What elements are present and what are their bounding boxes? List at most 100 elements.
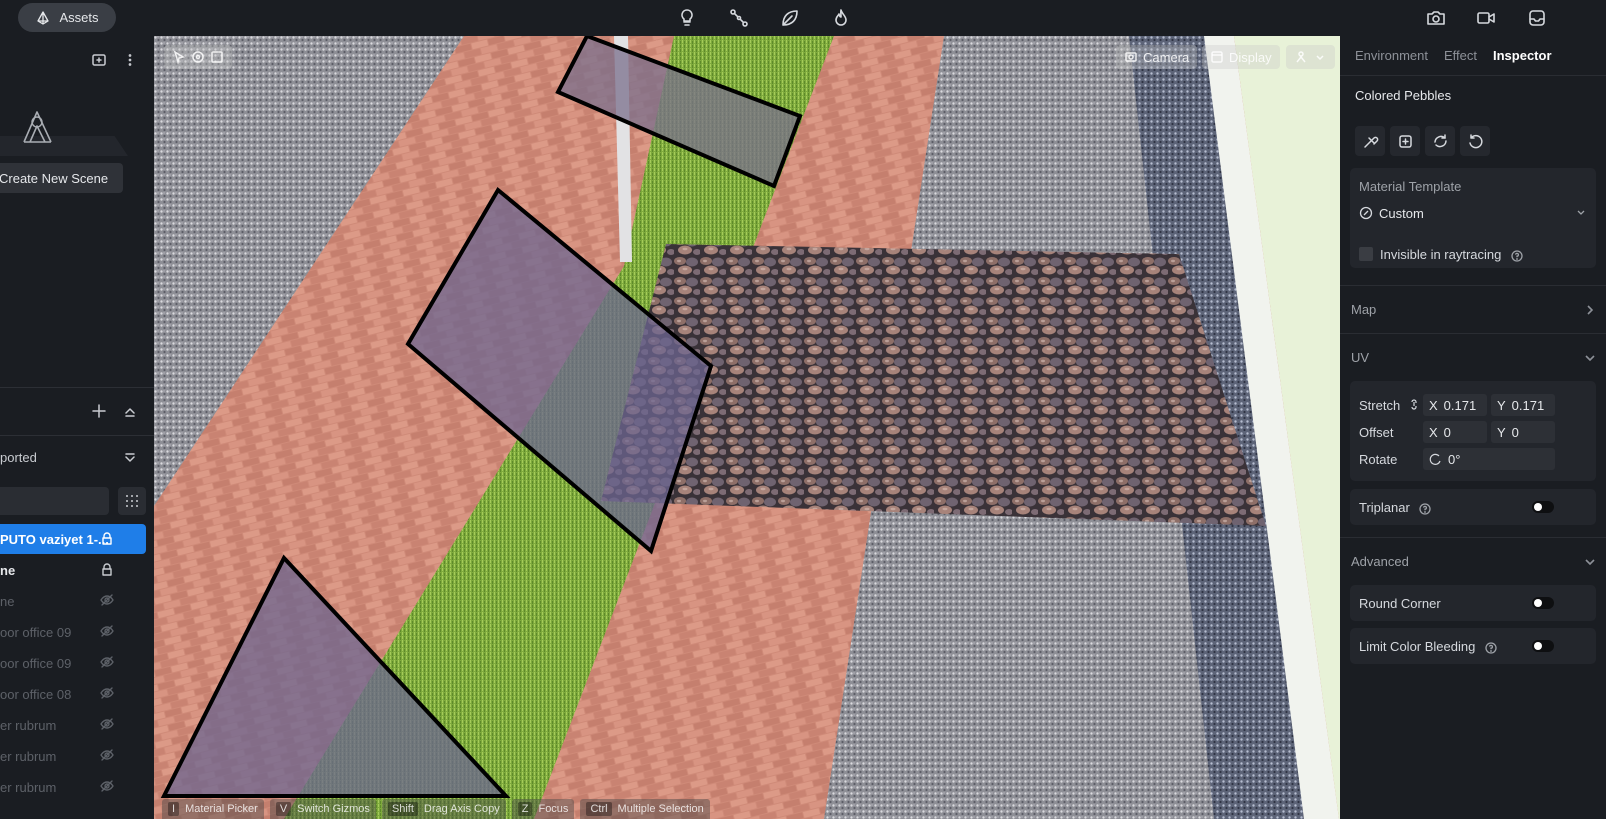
limit-color-bleeding-text: Limit Color Bleeding [1359, 639, 1476, 654]
help-icon[interactable] [1511, 249, 1523, 262]
add-material-button[interactable] [1390, 126, 1420, 156]
layer-label: oor office 09 [0, 624, 72, 640]
orbit-icon [192, 51, 204, 63]
3d-viewport[interactable]: Camera Display I Material Picker V Switch G… [154, 36, 1340, 819]
material-template-label: Material Template [1359, 179, 1462, 194]
stretch-y-field[interactable]: Y 0.171 [1491, 394, 1555, 416]
tab-environment[interactable]: Environment [1355, 48, 1428, 63]
shortcut-label: Switch Gizmos [297, 803, 370, 815]
view-tools-chip[interactable] [164, 45, 232, 69]
map-section-header[interactable]: Map [1340, 285, 1606, 333]
camera-icon[interactable] [1424, 6, 1448, 30]
material-tools [1355, 126, 1490, 156]
display-label: Display [1229, 49, 1272, 65]
map-label: Map [1351, 302, 1377, 317]
add-icon[interactable] [90, 402, 108, 420]
offset-x-field[interactable]: X0 [1423, 421, 1487, 443]
shortcut-label: Focus [538, 803, 569, 815]
material-picker-button[interactable] [1355, 126, 1385, 156]
offset-y-field[interactable]: Y0 [1491, 421, 1555, 443]
shortcut-key: I [168, 802, 180, 816]
more-vertical-icon[interactable] [121, 51, 139, 69]
stretch-x-field[interactable]: X 0.171 [1423, 394, 1487, 416]
collapse-icon[interactable] [121, 402, 139, 420]
leaf-icon[interactable] [778, 6, 802, 30]
material-template-card: Material Template Custom Invisible in ra… [1350, 168, 1596, 268]
person-view-dropdown[interactable] [1286, 45, 1335, 69]
link-icon[interactable] [1408, 397, 1420, 411]
triplanar-card: Triplanar [1350, 489, 1596, 525]
offset-label: Offset [1359, 425, 1394, 440]
layer-row[interactable]: oor office 09 [0, 648, 146, 678]
layer-row[interactable]: ne [0, 586, 146, 616]
camera-button[interactable]: Camera [1116, 45, 1198, 69]
shortcut-hint: Z Focus [511, 799, 575, 819]
layer-label: er rubrum [0, 779, 57, 795]
round-corner-label: Round Corner [1359, 596, 1441, 611]
layer-label: oor office 08 [0, 686, 72, 702]
replace-material-button[interactable] [1425, 126, 1455, 156]
brush-icon [1359, 206, 1373, 220]
tab-inspector[interactable]: Inspector [1493, 48, 1552, 63]
stretch-label: Stretch [1359, 398, 1401, 413]
display-icon [1211, 51, 1223, 63]
layer-group-label: ported [0, 450, 37, 465]
layer-row[interactable]: er rubrum [0, 710, 146, 740]
lightbulb-icon[interactable] [675, 6, 699, 30]
flame-icon[interactable] [829, 6, 853, 30]
help-icon[interactable] [1419, 502, 1432, 515]
invisible-raytracing-checkbox[interactable] [1359, 247, 1373, 261]
shortcut-hint: Ctrl Multiple Selection [580, 799, 710, 819]
create-new-scene-button[interactable]: Create New Scene [0, 163, 123, 193]
path-icon[interactable] [727, 6, 751, 30]
triplanar-toggle[interactable] [1532, 501, 1554, 513]
eye-off-icon[interactable] [100, 686, 116, 702]
lock-icon[interactable] [100, 562, 116, 578]
lock-icon[interactable] [100, 531, 116, 547]
shortcut-key: Z [517, 802, 533, 816]
material-template-select[interactable]: Custom [1359, 202, 1592, 224]
tab-effect[interactable]: Effect [1444, 48, 1477, 63]
video-icon[interactable] [1474, 6, 1498, 30]
eye-off-icon[interactable] [100, 655, 116, 671]
scene-render[interactable] [154, 36, 1340, 819]
eye-off-icon[interactable] [100, 748, 116, 764]
add-screen-icon[interactable] [90, 51, 108, 69]
layer-label: er rubrum [0, 717, 57, 733]
camera-label: Camera [1143, 49, 1190, 65]
shortcut-hint: Shift Drag Axis Copy [381, 799, 506, 819]
uv-label: UV [1351, 350, 1370, 365]
shortcut-label: Drag Axis Copy [423, 803, 500, 815]
round-corner-toggle[interactable] [1532, 597, 1554, 609]
layer-row[interactable]: oor office 09 [0, 617, 146, 647]
limit-color-bleeding-toggle[interactable] [1532, 640, 1554, 652]
uv-section-header[interactable]: UV [1340, 333, 1606, 381]
advanced-section-header[interactable]: Advanced [1340, 537, 1606, 585]
layer-row[interactable]: er rubrum [0, 772, 146, 802]
person-icon [1296, 51, 1306, 63]
eye-off-icon[interactable] [100, 624, 116, 640]
display-button[interactable]: Display [1202, 45, 1280, 69]
layer-search-input[interactable] [0, 487, 109, 515]
frame-icon [211, 51, 223, 63]
grid-view-button[interactable] [118, 487, 146, 515]
eye-off-icon[interactable] [100, 779, 116, 795]
left-panel: Create New Scene ported PUTO vaziyet 1-.… [0, 36, 154, 819]
help-icon[interactable] [1485, 641, 1497, 654]
reset-material-button[interactable] [1460, 126, 1490, 156]
layer-label: oor office 09 [0, 655, 72, 671]
invisible-raytracing-text: Invisible in raytracing [1380, 247, 1502, 262]
layer-row[interactable]: oor office 08 [0, 679, 146, 709]
offset-y-value: 0 [1511, 424, 1519, 440]
reset-icon [1468, 133, 1483, 148]
eye-off-icon[interactable] [100, 593, 116, 609]
assets-button[interactable]: Assets [18, 3, 116, 32]
inbox-icon[interactable] [1525, 6, 1549, 30]
filter-dropdown-icon[interactable] [121, 450, 139, 468]
rotate-field[interactable]: 0° [1423, 448, 1555, 470]
layer-row[interactable]: PUTO vaziyet 1-... [0, 524, 146, 554]
layer-row[interactable]: er rubrum [0, 741, 146, 771]
eye-off-icon[interactable] [100, 717, 116, 733]
shortcut-bar: I Material Picker V Switch Gizmos Shift Drag … [162, 799, 710, 819]
layer-row[interactable]: ne [0, 555, 146, 585]
